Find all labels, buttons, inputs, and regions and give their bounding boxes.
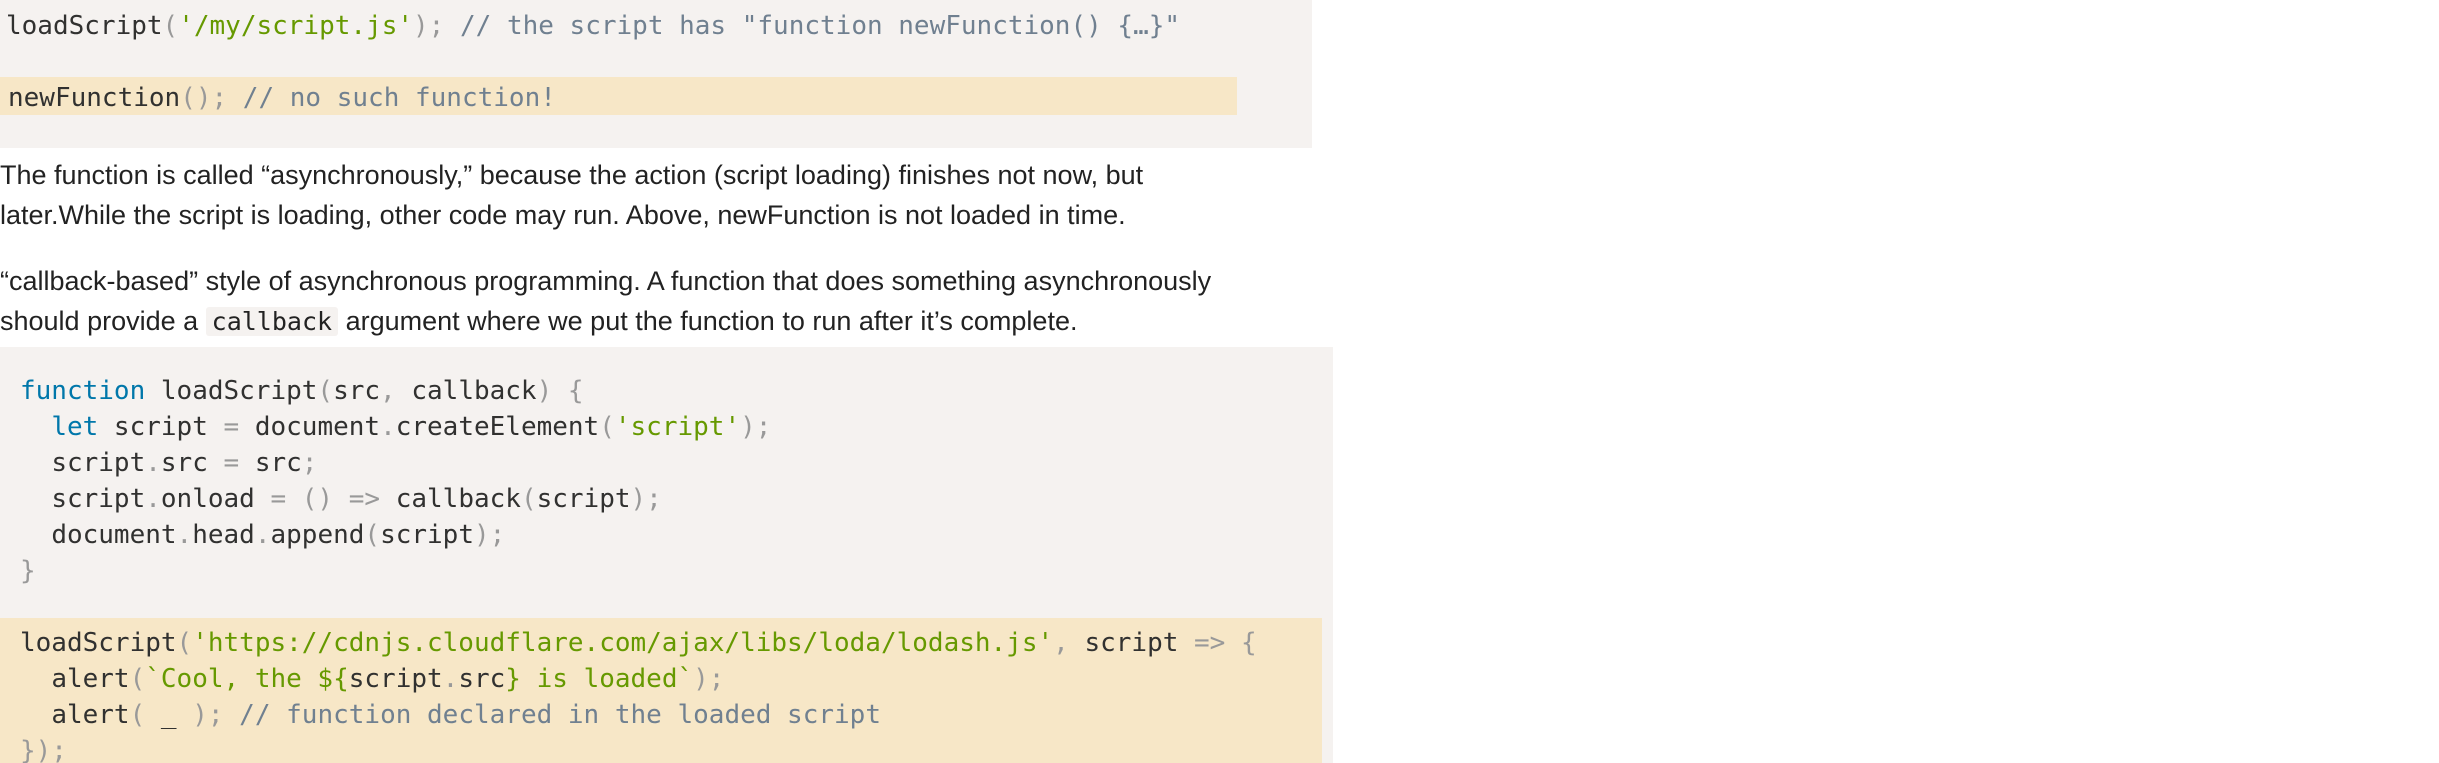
code-token: ( [364, 520, 381, 550]
code-block-top: loadScript('/my/script.js'); // the scri… [0, 0, 1312, 148]
code-token: ); [192, 700, 224, 730]
code-token: alert [51, 664, 130, 694]
code-token: = [223, 412, 240, 442]
code-token: ) [536, 376, 553, 406]
code-token: 'https://cdnjs.cloudflare.com/ajax/libs/… [192, 628, 1054, 658]
text-line: “callback-based” style of asynchronous p… [0, 266, 1212, 296]
text-segment: should provide a [0, 306, 206, 336]
code-token: src [239, 448, 302, 478]
code-token: (); [180, 83, 228, 113]
text-line: The function is called “asynchronously,”… [0, 160, 1144, 190]
code-token: ( [317, 376, 334, 406]
code-token: , [380, 376, 396, 406]
code-token: = [223, 448, 240, 478]
code-token: head [192, 520, 255, 550]
code-token: script [98, 412, 224, 442]
code-token: . [145, 448, 161, 478]
code-line-new-function: newFunction(); // no such function! [8, 80, 556, 116]
code-token: ( [176, 628, 193, 658]
text-line: should provide a callback argument where… [0, 301, 1211, 342]
code-token: alert [51, 700, 130, 730]
code-token: . [145, 484, 161, 514]
code-token: append [270, 520, 365, 550]
code-token: src [333, 376, 381, 406]
code-token: src [458, 664, 506, 694]
code-line: loadScript('https://cdnjs.cloudflare.com… [20, 625, 1257, 661]
code-token: ( [129, 664, 146, 694]
code-comment: // the script has "function newFunction(… [444, 11, 1181, 41]
code-comment: // function declared in the loaded scrip… [223, 700, 881, 730]
code-token: 'script' [614, 412, 741, 442]
code-line: alert( _ ); // function declared in the … [20, 697, 881, 733]
code-token: . [176, 520, 193, 550]
code-line: script.onload = () => callback(script); [20, 481, 662, 517]
code-token: , [1053, 628, 1069, 658]
paragraph-async-explanation: The function is called “asynchronously,”… [0, 155, 1143, 235]
code-token: . [380, 412, 396, 442]
code-token: document [51, 520, 177, 550]
code-token: ); [630, 484, 662, 514]
code-block-bottom: function loadScript(src, callback) { let… [0, 347, 1333, 763]
code-line: function loadScript(src, callback) { [20, 373, 584, 409]
code-token: callback [380, 484, 521, 514]
code-token: } is loaded` [505, 664, 694, 694]
code-token: ); [413, 11, 445, 41]
code-token: _ [145, 700, 193, 730]
code-line: document.head.append(script); [20, 517, 505, 553]
code-token: script [51, 484, 146, 514]
code-token: newFunction [8, 83, 181, 113]
code-line: alert(`Cool, the ${script.src} is loaded… [20, 661, 724, 697]
code-token: '/my/script.js' [178, 11, 414, 41]
code-token: script [380, 520, 474, 550]
code-token: script [348, 664, 443, 694]
code-token: ; [301, 448, 318, 478]
code-token: `Cool, the ${ [145, 664, 349, 694]
code-token: onload [160, 484, 271, 514]
code-token: ( [129, 700, 146, 730]
code-line: } [20, 553, 36, 589]
code-token: ); [473, 520, 506, 550]
code-token: ( [599, 412, 615, 442]
code-token: document [239, 412, 381, 442]
code-token: let [51, 412, 99, 442]
inline-code-callback: callback [205, 307, 339, 336]
code-token: function [20, 376, 146, 406]
code-token: loadScript [6, 11, 163, 41]
code-token: ( [520, 484, 537, 514]
code-token: = () => [270, 484, 381, 514]
code-line-load-script: loadScript('/my/script.js'); // the scri… [6, 8, 1180, 44]
code-token: loadScript [145, 376, 318, 406]
code-line: }); [20, 733, 67, 763]
code-comment: // no such function! [227, 83, 556, 113]
code-token: { [1225, 628, 1257, 658]
code-token: { [552, 376, 584, 406]
code-token: script [51, 448, 146, 478]
code-token: ( [162, 11, 179, 41]
code-token: createElement [395, 412, 600, 442]
code-token: src [160, 448, 224, 478]
code-token: } [20, 556, 36, 586]
code-token: loadScript [20, 628, 177, 658]
code-token: ); [693, 664, 725, 694]
code-token: => [1178, 628, 1226, 658]
code-line: script.src = src; [20, 445, 317, 481]
text-segment: argument where we put the function to ru… [338, 306, 1078, 336]
paragraph-callback-style: “callback-based” style of asynchronous p… [0, 261, 1211, 342]
code-token: script [536, 484, 631, 514]
code-token: callback [395, 376, 537, 406]
code-token: script [1068, 628, 1179, 658]
code-line: let script = document.createElement('scr… [20, 409, 771, 445]
code-token: ); [740, 412, 772, 442]
code-token: . [254, 520, 271, 550]
code-token: }); [20, 736, 67, 763]
text-line: later.While the script is loading, other… [0, 200, 1126, 230]
code-token: . [442, 664, 459, 694]
